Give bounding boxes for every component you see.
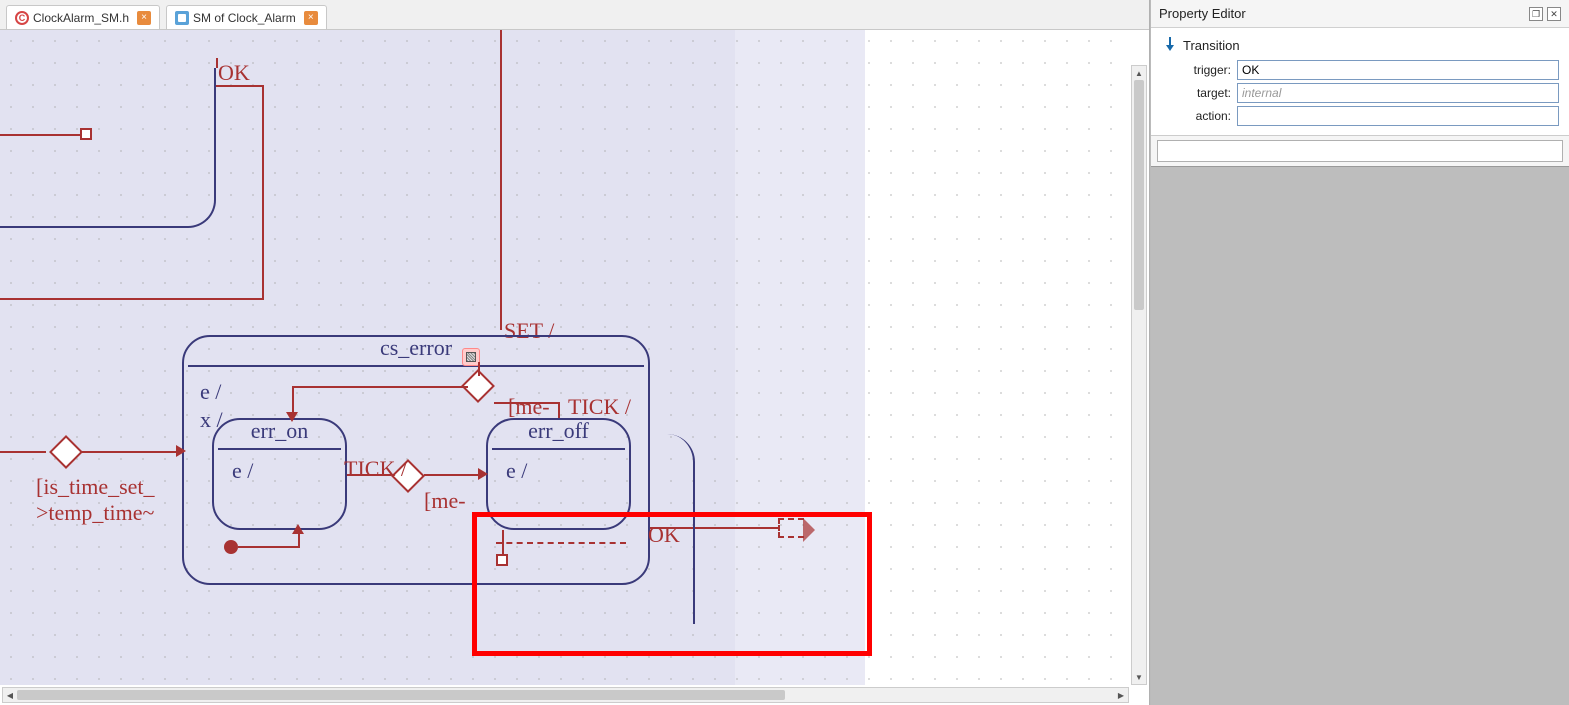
transition-icon [1161, 34, 1179, 56]
scroll-left-arrow-icon[interactable]: ◀ [3, 688, 17, 702]
transition-line [216, 85, 262, 87]
restore-window-icon[interactable]: ❐ [1529, 7, 1543, 21]
transition-line [558, 402, 560, 418]
vertical-scrollbar[interactable]: ▲ ▼ [1131, 65, 1147, 685]
tab-label: ClockAlarm_SM.h [33, 6, 129, 30]
transition-line [0, 298, 262, 300]
property-editor-title-bar: Property Editor ❐ ✕ [1151, 0, 1569, 28]
scroll-thumb[interactable] [17, 690, 785, 700]
transition-line [0, 134, 80, 136]
c-file-icon: C [15, 11, 29, 25]
transition-line [292, 386, 468, 388]
action-field-label: action: [1161, 109, 1231, 123]
arrowhead-icon [286, 412, 298, 422]
target-field-label: target: [1161, 86, 1231, 100]
transition-endpoint-square [80, 128, 92, 140]
scroll-track[interactable] [1132, 80, 1146, 670]
close-icon[interactable]: × [137, 11, 151, 25]
element-type-label: Transition [1183, 38, 1240, 53]
action-input[interactable] [1237, 106, 1559, 126]
transition-line [262, 85, 264, 300]
tab-label: SM of Clock_Alarm [193, 6, 296, 30]
guard-label: [me- [508, 394, 550, 420]
scroll-down-arrow-icon[interactable]: ▼ [1132, 670, 1146, 684]
horizontal-scrollbar[interactable]: ◀ ▶ [2, 687, 1129, 703]
target-input[interactable] [1237, 83, 1559, 103]
state-machine-diagram[interactable]: OK SET / cs_error e / x / [0, 30, 1129, 685]
tab-sm-of-clock-alarm[interactable]: SM of Clock_Alarm × [166, 5, 327, 29]
transition-ok-label: OK [218, 60, 250, 86]
scroll-right-arrow-icon[interactable]: ▶ [1114, 688, 1128, 702]
panel-title: Property Editor [1159, 0, 1246, 28]
close-icon[interactable]: × [304, 11, 318, 25]
scroll-up-arrow-icon[interactable]: ▲ [1132, 66, 1146, 80]
transition-tick-label: TICK / [568, 394, 631, 420]
action-text-area[interactable] [1157, 140, 1563, 162]
annotation-highlight-box [472, 512, 872, 656]
scroll-thumb[interactable] [1134, 80, 1144, 310]
state-title-separator [188, 365, 644, 367]
outer-state-corner [0, 68, 216, 228]
transition-line [500, 30, 502, 330]
entry-action-label: e / [200, 379, 221, 405]
property-editor-empty-area [1151, 166, 1569, 705]
diagram-canvas[interactable]: OK SET / cs_error e / x / [0, 30, 1149, 705]
state-name-label: cs_error [184, 335, 648, 361]
trigger-input[interactable] [1237, 60, 1559, 80]
trigger-field-label: trigger: [1161, 63, 1231, 77]
editor-tab-bar: C ClockAlarm_SM.h × SM of Clock_Alarm × [0, 0, 1149, 30]
statemachine-file-icon [175, 11, 189, 25]
transition-line [478, 362, 480, 376]
tab-clockalarm-sm-h[interactable]: C ClockAlarm_SM.h × [6, 5, 160, 29]
move-handle-icon [466, 352, 476, 362]
property-editor-panel: Property Editor ❐ ✕ Transition trigger: … [1150, 0, 1569, 705]
close-icon[interactable]: ✕ [1547, 7, 1561, 21]
scroll-track[interactable] [17, 688, 1114, 702]
